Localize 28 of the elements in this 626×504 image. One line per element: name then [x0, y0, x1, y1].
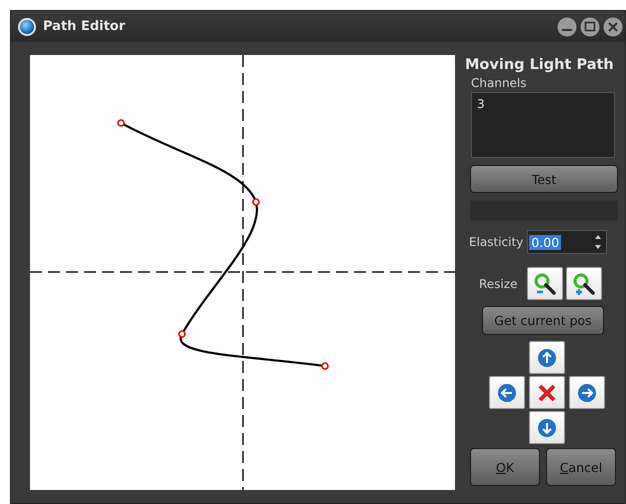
- minimize-icon[interactable]: [557, 16, 577, 36]
- move-left-button[interactable]: [489, 376, 525, 409]
- elasticity-spinbox[interactable]: 0.00: [527, 230, 608, 254]
- path-point[interactable]: [178, 330, 186, 338]
- ok-button[interactable]: OK: [470, 448, 540, 486]
- move-right-button[interactable]: [569, 376, 605, 409]
- maximize-icon[interactable]: [580, 16, 600, 36]
- zoom-in-icon: [572, 272, 596, 296]
- window-title: Path Editor: [43, 19, 126, 34]
- path-point[interactable]: [117, 119, 125, 127]
- resize-label: Resize: [479, 276, 518, 290]
- zoom-out-icon: [533, 272, 558, 296]
- app-icon: [17, 16, 37, 36]
- elasticity-label: Elasticity: [469, 235, 524, 249]
- move-down-button[interactable]: [529, 411, 565, 444]
- channels-label: Channels: [471, 76, 528, 90]
- delete-icon: [537, 382, 557, 402]
- move-up-button[interactable]: [529, 341, 565, 374]
- test-button[interactable]: Test: [470, 165, 618, 193]
- panel-title: Moving Light Path: [465, 57, 615, 73]
- channels-field[interactable]: 3: [471, 92, 615, 158]
- close-icon[interactable]: [603, 16, 623, 36]
- path-point[interactable]: [252, 198, 260, 206]
- get-current-pos-button[interactable]: Get current pos: [482, 306, 604, 335]
- zoom-in-button[interactable]: [566, 267, 602, 300]
- zoom-out-button[interactable]: [527, 267, 564, 300]
- delete-button[interactable]: [529, 376, 565, 409]
- cancel-button[interactable]: Cancel: [546, 448, 616, 486]
